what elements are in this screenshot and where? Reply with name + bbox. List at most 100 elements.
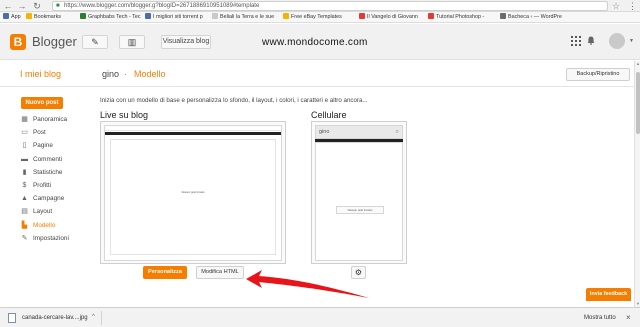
- bell-icon: [587, 36, 595, 45]
- template-icon: ▙: [21, 221, 28, 229]
- bookmark-star-icon[interactable]: ☆: [612, 1, 620, 11]
- page-favicon-icon: [212, 13, 218, 19]
- scrollbar-thumb[interactable]: [636, 72, 640, 134]
- live-on-blog-heading: Live su blog: [100, 110, 149, 120]
- settings-wrench-icon: ✎: [21, 234, 28, 242]
- bookmark-label: Beliali la Terra e le sue: [220, 14, 275, 20]
- pages-icon: ▥: [127, 37, 137, 47]
- red-arrow-annotation: [246, 270, 369, 298]
- my-blogs-link[interactable]: I miei blog: [20, 69, 61, 79]
- bookmark-apps[interactable]: App: [3, 13, 21, 22]
- bookmark-item[interactable]: Bacheca ‹ — WordPre: [500, 13, 564, 22]
- reload-icon[interactable]: ↻: [32, 1, 42, 11]
- layout-icon: ▤: [21, 208, 28, 216]
- pages-button[interactable]: ▥: [119, 35, 145, 49]
- new-post-pencil-button[interactable]: ✎: [82, 35, 108, 49]
- sidebar-item-pages[interactable]: ▯ Pagine: [20, 141, 53, 151]
- site-favicon-icon: [145, 13, 151, 19]
- google-apps-icon[interactable]: [570, 36, 582, 48]
- notifications-bell-icon[interactable]: [586, 36, 596, 48]
- sidebar-item-campaigns[interactable]: ▲ Campagne: [20, 194, 64, 204]
- sidebar-item-label: Pagine: [33, 142, 53, 150]
- sidebar-item-label: Modello: [33, 221, 56, 229]
- sidebar-item-template[interactable]: ▙ Modello: [20, 221, 56, 231]
- desktop-preview-titlebar: [105, 126, 281, 131]
- close-icon[interactable]: ×: [626, 313, 631, 322]
- earnings-icon: $: [22, 182, 27, 189]
- template-intro-text: Inizia con un modello di base e personal…: [100, 97, 368, 104]
- bookmark-item[interactable]: Bookmarks: [26, 13, 81, 22]
- bookmark-label: I migliori siti torrent p: [153, 14, 203, 20]
- show-all-downloads-link[interactable]: Mostra tutto: [584, 314, 616, 322]
- apps-grid-icon: [3, 13, 9, 19]
- desktop-preview-navbar: [105, 132, 281, 135]
- mobile-template-preview[interactable]: gino ⌕ Nessun post trovato: [311, 121, 407, 264]
- download-bar: canada-cercare-lav....jpg ^ Mostra tutto…: [0, 307, 640, 327]
- bookmark-label: Free eBay Templates: [291, 14, 342, 20]
- chevron-up-icon[interactable]: ^: [92, 313, 95, 322]
- sidebar-item-label: Panoramica: [33, 116, 68, 123]
- customize-button[interactable]: Personalizza: [143, 266, 187, 279]
- bookmark-item[interactable]: Graphbabs Tech - Tec: [80, 13, 142, 22]
- forward-arrow-icon[interactable]: →: [17, 1, 27, 11]
- download-filename[interactable]: canada-cercare-lav....jpg: [22, 314, 88, 322]
- view-blog-button[interactable]: Visualizza blog: [161, 35, 211, 49]
- watermark-text: www.mondocome.com: [262, 37, 368, 48]
- bookmark-item[interactable]: Il Vangelo di Giovann: [359, 13, 425, 22]
- breadcrumb-separator: ·: [124, 69, 127, 79]
- scroll-up-icon[interactable]: ▲: [635, 61, 640, 67]
- sidebar-item-stats[interactable]: ▮ Statistiche: [20, 168, 63, 178]
- browser-menu-icon[interactable]: ⋮: [628, 1, 637, 11]
- youtube-icon: [428, 13, 434, 19]
- sidebar-item-label: Impostazioni: [33, 234, 69, 242]
- mobile-preview-blog-name: gino: [319, 129, 330, 135]
- mobile-preview-header: gino ⌕: [315, 125, 403, 139]
- address-bar[interactable]: ■ https://www.blogger.com/blogger.g?blog…: [52, 1, 608, 11]
- desktop-template-preview[interactable]: Nessun post trovato: [100, 121, 286, 264]
- bookmark-item[interactable]: Free eBay Templates: [283, 13, 355, 22]
- desktop-preview-frame: Nessun post trovato: [104, 125, 282, 261]
- sidebar-item-label: Campagne: [33, 195, 65, 203]
- bookmark-item[interactable]: Tutorial Photoshop -: [428, 13, 494, 22]
- sidebar-item-comments[interactable]: ▬ Commenti: [20, 155, 62, 165]
- new-post-button[interactable]: Nuovo post: [21, 97, 63, 109]
- send-feedback-button[interactable]: Invia feedback: [586, 288, 631, 301]
- sidebar-item-overview[interactable]: ▦ Panoramica: [20, 115, 67, 125]
- stats-icon: ▮: [22, 168, 27, 176]
- sidebar-item-posts[interactable]: ▭ Post: [20, 128, 46, 138]
- star-folder-icon: [26, 13, 32, 19]
- sidebar-item-label: Layout: [33, 208, 53, 216]
- sidebar-item-label: Statistiche: [33, 168, 63, 176]
- apps-grid-icon: [571, 36, 581, 46]
- image-file-icon[interactable]: [8, 313, 16, 323]
- app-title[interactable]: Blogger: [32, 35, 77, 49]
- sidebar-item-earnings[interactable]: $ Profitti: [20, 181, 52, 191]
- url-text: https://www.blogger.com/blogger.g?blogID…: [64, 3, 260, 9]
- lock-icon: ■: [56, 3, 60, 9]
- dashboard-icon: ▦: [21, 116, 28, 123]
- backup-restore-button[interactable]: Backup/Ripristino: [566, 68, 630, 81]
- sidebar-item-settings[interactable]: ✎ Impostazioni: [20, 234, 69, 244]
- avatar[interactable]: [609, 33, 625, 49]
- bookmark-label: Bacheca ‹ — WordPre: [508, 14, 562, 20]
- bookmark-item[interactable]: I migliori siti torrent p: [145, 13, 209, 22]
- back-arrow-icon[interactable]: ←: [3, 1, 13, 11]
- browser-toolbar: ← → ↻ ■ https://www.blogger.com/blogger.…: [0, 0, 640, 12]
- blog-name[interactable]: gino: [102, 69, 119, 79]
- sidebar-item-layout[interactable]: ▤ Layout: [20, 207, 52, 217]
- pencil-icon: ✎: [91, 37, 99, 47]
- page-title: Modello: [134, 69, 166, 79]
- posts-icon: ▭: [21, 129, 28, 137]
- bookmark-item[interactable]: Beliali la Terra e le sue: [212, 13, 278, 22]
- site-favicon-icon: [80, 13, 86, 19]
- campaigns-icon: ▲: [21, 195, 28, 203]
- blogger-header: B Blogger ✎ ▥ Visualizza blog www.mondoc…: [0, 24, 640, 60]
- bookmarks-bar: App Bookmarks Graphbabs Tech - Tec I mig…: [0, 12, 640, 23]
- bookmark-label: App: [11, 14, 21, 20]
- chevron-down-icon[interactable]: ▼: [629, 38, 634, 44]
- bookmark-label: Bookmarks: [34, 14, 61, 20]
- page-scrollbar[interactable]: ▲ ▼: [634, 61, 640, 307]
- bookmark-label: Il Vangelo di Giovann: [367, 14, 418, 20]
- edit-html-button[interactable]: Modifica HTML: [196, 266, 244, 279]
- blogger-logo-icon[interactable]: B: [10, 34, 26, 50]
